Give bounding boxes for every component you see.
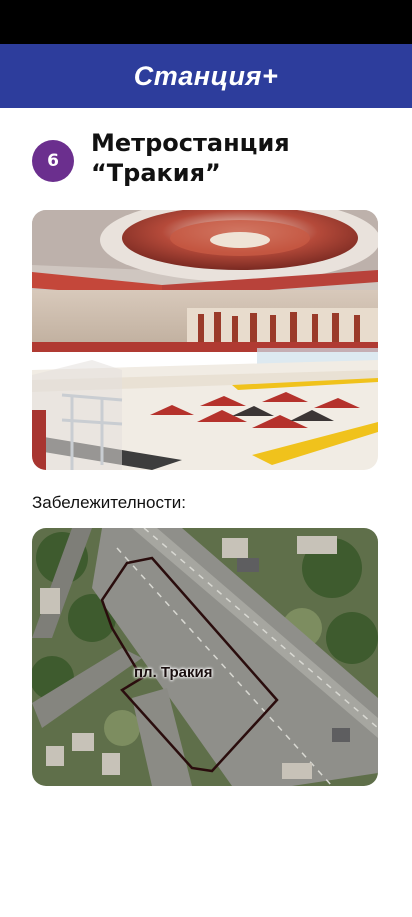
station-title-line-2: “Тракия” [91, 159, 221, 187]
landmarks-label: Забележителности: [32, 493, 186, 512]
station-interior-illustration [32, 210, 378, 470]
app-header: Станция+ [0, 44, 412, 108]
status-bar [0, 0, 412, 44]
app-title: Станция+ [133, 60, 279, 91]
station-interior-photo[interactable] [32, 210, 378, 470]
landmarks-map[interactable]: пл. Тракия [32, 528, 378, 786]
map-place-label: пл. Тракия [134, 664, 213, 681]
station-title-line-1: Метростанция [91, 129, 290, 157]
station-title: Метростанция “Тракия” [91, 128, 391, 188]
station-number-badge: 6 [32, 140, 74, 182]
satellite-map-image [32, 528, 378, 786]
